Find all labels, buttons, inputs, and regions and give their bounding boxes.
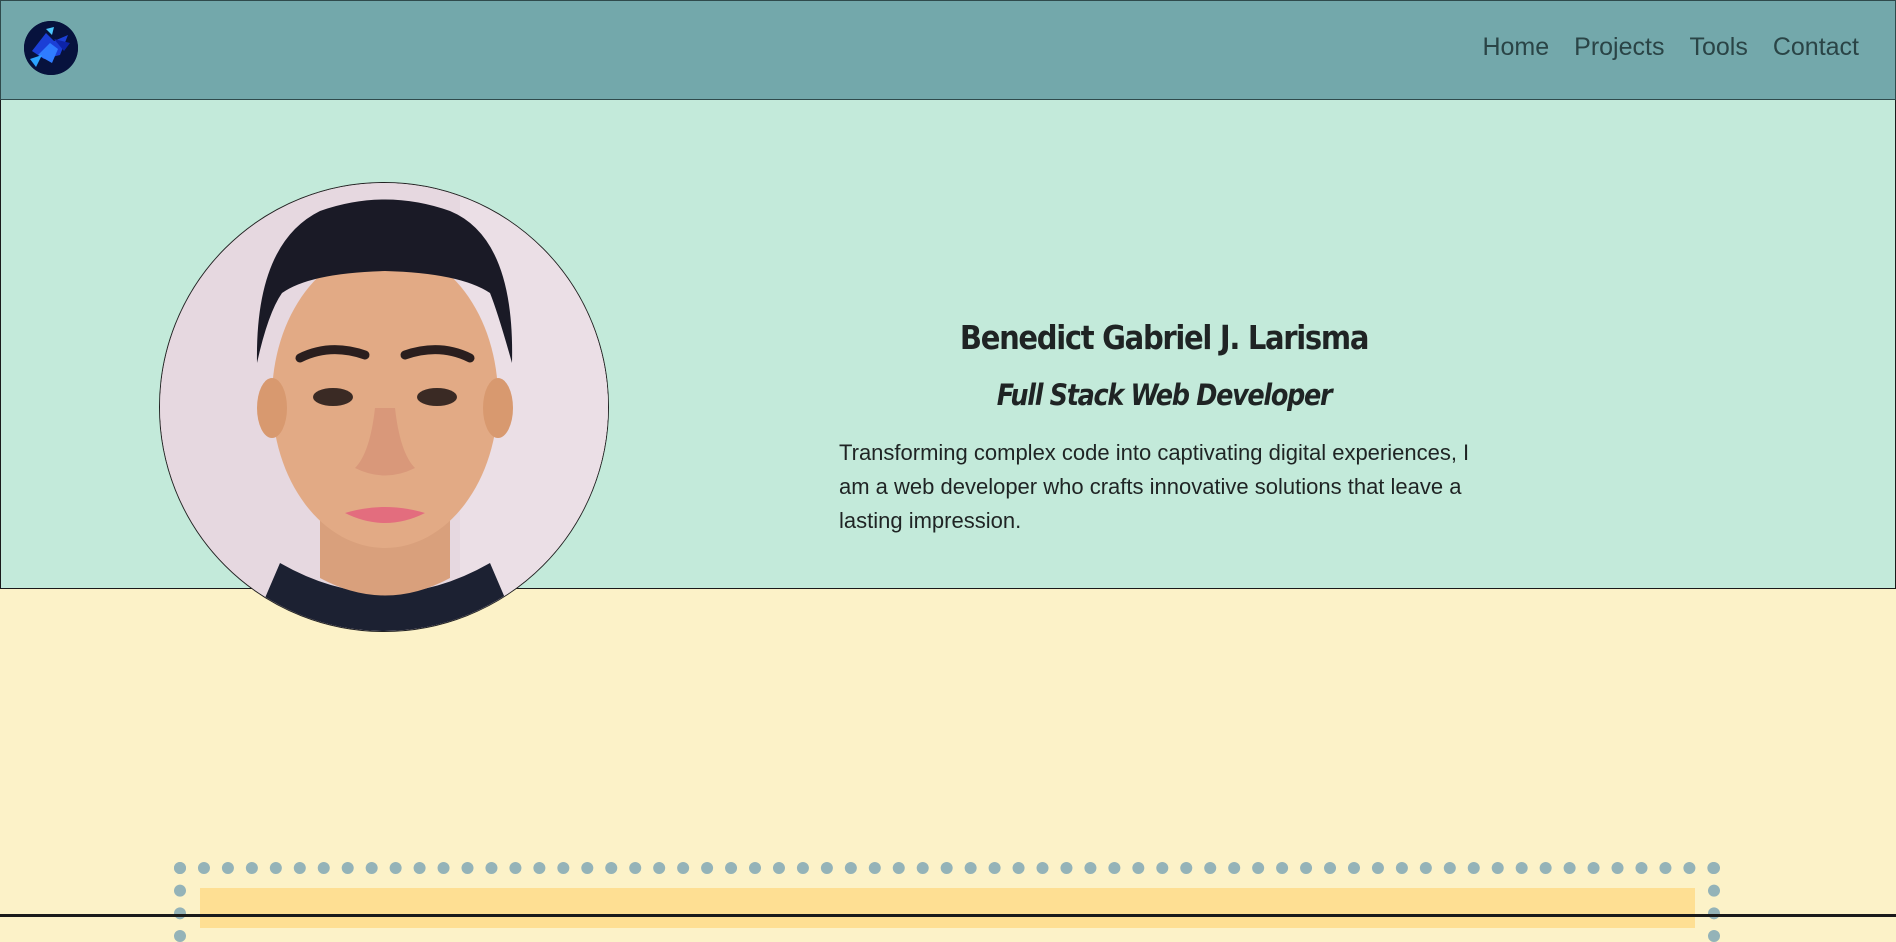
projects-panel [200,888,1695,928]
nav-contact-link[interactable]: Contact [1773,31,1859,63]
developer-bio: Transforming complex code into captivati… [839,440,1470,533]
nav-tools-link[interactable]: Tools [1689,31,1747,63]
nav-projects-link[interactable]: Projects [1574,31,1664,63]
logo-icon [24,21,78,75]
developer-name: Benedict Gabriel J. Larisma [959,318,1370,357]
developer-role: Full Stack Web Developer [996,378,1333,412]
main-nav: Home Projects Tools Contact [1482,31,1859,63]
profile-photo [159,182,609,632]
nav-home-link[interactable]: Home [1482,31,1549,63]
intro-block: Benedict Gabriel J. Larisma Full Stack W… [839,310,1489,538]
logo[interactable] [24,21,78,75]
navbar: Home Projects Tools Contact [0,0,1896,100]
portrait-image [160,183,608,631]
